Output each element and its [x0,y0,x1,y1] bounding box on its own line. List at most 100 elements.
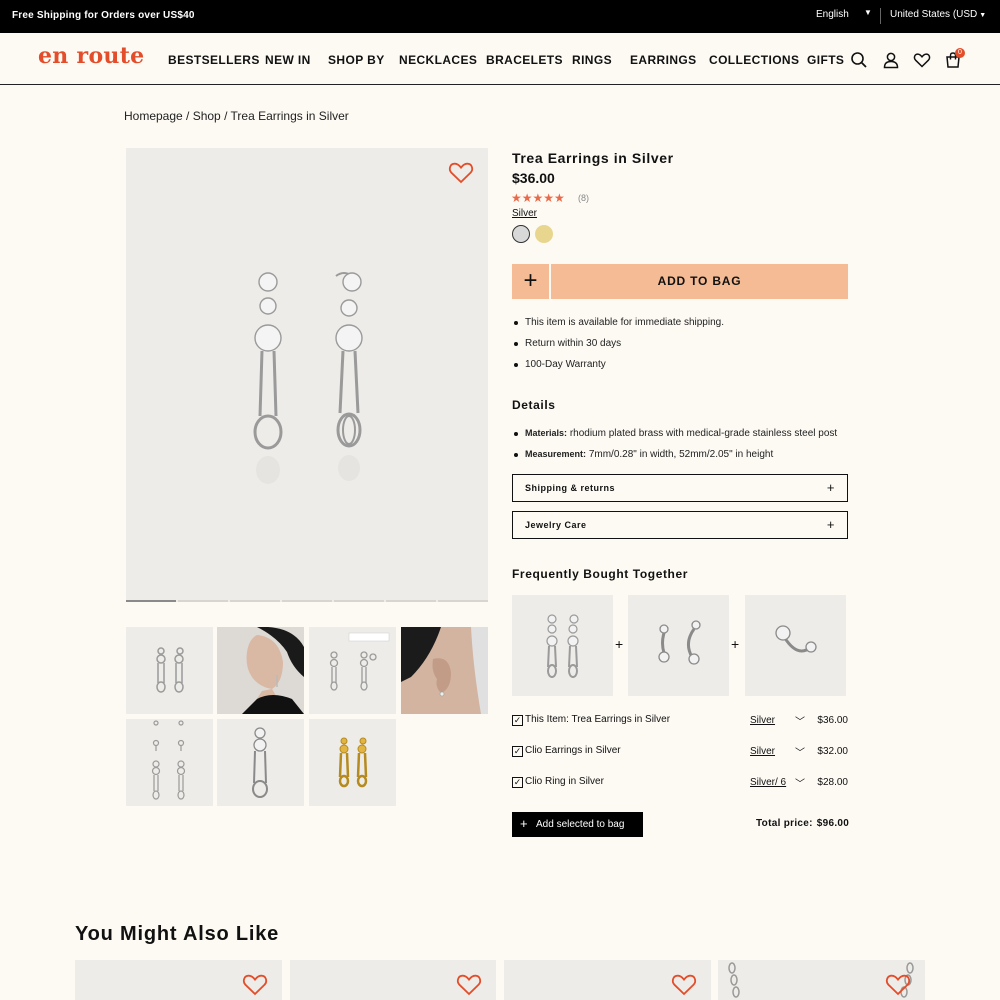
site-header: en route BESTSELLERS NEW IN SHOP BY NECK… [0,33,1000,85]
add-to-bag-button[interactable]: ADD TO BAG [551,264,848,299]
thumbnail-5[interactable] [126,719,213,806]
nav-earrings[interactable]: EARRINGS [630,53,697,67]
swatch-gold[interactable] [535,225,553,243]
fbt-item-name: This Item: Trea Earrings in Silver [525,714,671,725]
announcement-bar: Free Shipping for Orders over US$40 Engl… [0,0,1000,33]
caret-down-icon[interactable]: ▼ [864,8,872,17]
earrings-sizes-image [151,720,186,800]
return-bullet: Return within 30 days [513,338,622,349]
measurement-line: Measurement: 7mm/0.28" in width, 52mm/2.… [513,449,774,460]
product-price: $36.00 [512,170,555,186]
fbt-checkbox-3[interactable]: ✓ [512,777,523,788]
thumbnail-3[interactable] [309,627,396,714]
earrings-image [253,272,363,484]
cart-count-badge: 0 [955,48,965,58]
fbt-item-image-1[interactable] [512,595,613,696]
thumbnail-4[interactable] [401,627,488,714]
nav-bracelets[interactable]: BRACELETS [486,53,563,67]
nav-gifts[interactable]: GIFTS [807,53,844,67]
recommendation-card-3[interactable] [504,960,711,1000]
expand-plus-icon[interactable]: + [827,480,835,495]
accordion-shipping-returns[interactable]: Shipping & returns + [512,474,848,502]
account-icon[interactable] [882,51,900,69]
thumbnail-2[interactable] [217,627,304,714]
add-selected-to-bag-button[interactable]: + Add selected to bag [512,812,643,837]
fbt-plus-sign: + [615,636,624,652]
single-earring-image [252,727,268,798]
model-profile-image [217,627,304,714]
wishlist-heart-icon[interactable] [242,973,268,997]
fbt-heading: Frequently Bought Together [512,567,689,581]
search-icon[interactable] [850,51,868,69]
nav-collections[interactable]: COLLECTIONS [709,53,799,67]
clio-earrings-image [658,620,701,665]
wishlist-heart-icon[interactable] [456,973,482,997]
recommendation-card-4[interactable] [718,960,925,1000]
gallery-progress[interactable] [178,600,228,602]
gallery-progress[interactable] [438,600,488,602]
fbt-variant-select[interactable]: Silver [750,715,775,726]
logo[interactable]: en route [38,43,144,69]
fbt-row-1: ✓ This Item: Trea Earrings in Silver Sil… [512,713,848,729]
star-rating-icon[interactable]: ★★★★★ [511,191,565,205]
country-select[interactable]: United States (USD ▼ [890,9,986,20]
swatch-silver[interactable] [512,225,530,243]
details-heading: Details [512,398,556,412]
thumbnail-6[interactable] [217,719,304,806]
fbt-checkbox-2[interactable]: ✓ [512,746,523,757]
wishlist-heart-icon[interactable] [448,161,474,185]
promo-text: Free Shipping for Orders over US$40 [12,10,195,21]
fbt-plus-sign: + [731,636,740,652]
add-selected-label: Add selected to bag [536,819,625,830]
gallery-progress-active[interactable] [126,600,176,602]
heart-icon[interactable] [913,51,931,69]
earrings-thumb-image [156,647,184,693]
quantity-plus-button[interactable]: + [512,264,549,299]
gallery-progress[interactable] [230,600,280,602]
expand-plus-icon[interactable]: + [827,517,835,532]
fbt-checkbox-1[interactable]: ✓ [512,715,523,726]
fbt-item-name: Clio Ring in Silver [525,776,604,787]
model-ear-image [401,627,488,714]
gallery-progress[interactable] [282,600,332,602]
nav-new-in[interactable]: NEW IN [265,53,311,67]
wishlist-heart-icon[interactable] [885,973,911,997]
fbt-row-3: ✓ Clio Ring in Silver Silver/ 6 ﹀ $28.00 [512,775,848,791]
accordion-jewelry-care[interactable]: Jewelry Care + [512,511,848,539]
fbt-item-image-2[interactable] [628,595,729,696]
nav-necklaces[interactable]: NECKLACES [399,53,477,67]
thumbnail-7[interactable] [309,719,396,806]
chevron-down-icon[interactable]: ﹀ [795,775,805,790]
earrings-with-card-image [329,632,390,691]
trea-earrings-image [546,614,579,678]
nav-shop-by[interactable]: SHOP BY [328,53,385,67]
warranty-bullet: 100-Day Warranty [514,359,606,370]
gold-earrings-image [338,737,368,788]
nav-rings[interactable]: RINGS [572,53,612,67]
chevron-down-icon[interactable]: ﹀ [795,713,805,728]
gallery-progress[interactable] [386,600,436,602]
selected-color-label: Silver [512,208,538,219]
language-select[interactable]: English [816,9,849,20]
you-might-also-like-heading: You Might Also Like [75,923,280,945]
fbt-item-price: $32.00 [817,746,848,757]
fbt-item-image-3[interactable] [745,595,846,696]
fbt-item-name: Clio Earrings in Silver [525,745,621,756]
fbt-variant-select[interactable]: Silver/ 6 [750,777,786,788]
fbt-row-2: ✓ Clio Earrings in Silver Silver ﹀ $32.0… [512,744,848,760]
breadcrumb[interactable]: Homepage / Shop / Trea Earrings in Silve… [124,109,349,123]
review-count[interactable]: (8) [578,193,589,203]
wishlist-heart-icon[interactable] [671,973,697,997]
fbt-item-price: $28.00 [817,777,848,788]
thumbnail-1[interactable] [126,627,213,714]
chevron-down-icon[interactable]: ﹀ [795,744,805,759]
main-product-image[interactable] [126,148,488,602]
recommendation-card-1[interactable] [75,960,282,1000]
total-price: Total price: $96.00 [756,818,850,829]
gallery-progress[interactable] [334,600,384,602]
fbt-variant-select[interactable]: Silver [750,746,775,757]
nav-bestsellers[interactable]: BESTSELLERS [168,53,260,67]
product-title: Trea Earrings in Silver [512,150,674,166]
shipping-bullet: This item is available for immediate shi… [514,317,724,328]
recommendation-card-2[interactable] [290,960,496,1000]
